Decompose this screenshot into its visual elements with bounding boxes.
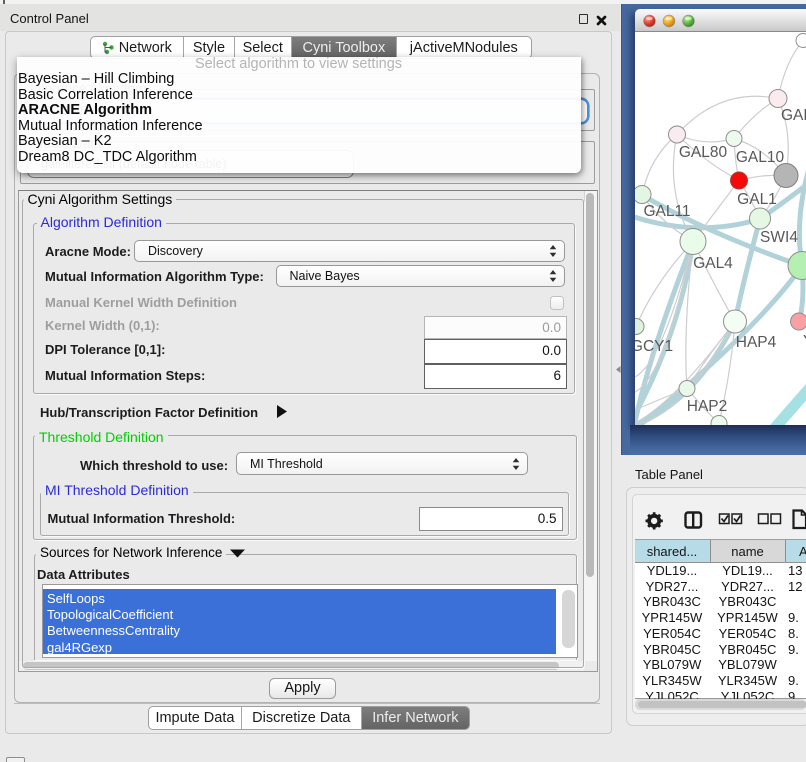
svg-text:GAL11: GAL11 xyxy=(643,203,690,220)
svg-text:GAL4: GAL4 xyxy=(693,255,733,272)
svg-text:HAP4: HAP4 xyxy=(736,334,777,351)
svg-text:GAL2: GAL2 xyxy=(781,107,806,124)
svg-text:SWI4: SWI4 xyxy=(760,229,798,246)
svg-text:GAL1: GAL1 xyxy=(737,191,777,208)
svg-text:HAP2: HAP2 xyxy=(687,398,728,415)
svg-text:GCY1: GCY1 xyxy=(635,338,673,355)
svg-text:GAL10: GAL10 xyxy=(736,149,785,166)
svg-text:GAL80: GAL80 xyxy=(679,144,728,161)
